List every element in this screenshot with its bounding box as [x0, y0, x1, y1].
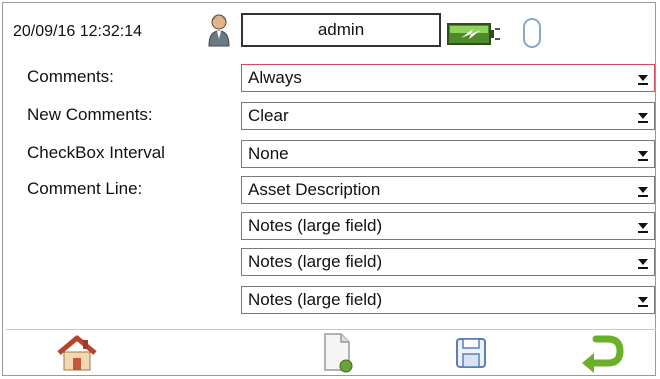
- chevron-down-icon[interactable]: [635, 251, 651, 273]
- comments-value: Always: [248, 68, 302, 87]
- comment-line-select-2[interactable]: Notes (large field): [241, 212, 655, 240]
- datetime: 20/09/16 12:32:14: [13, 23, 143, 40]
- battery-charging-icon: [447, 21, 501, 47]
- chevron-down-icon[interactable]: [635, 105, 651, 127]
- new-document-icon: [319, 332, 355, 379]
- comment-line-select-1[interactable]: Asset Description: [241, 176, 655, 204]
- chevron-down-icon[interactable]: [635, 143, 651, 165]
- app-window: 20/09/16 12:32:14 admin Comments: Always: [2, 2, 656, 376]
- chevron-down-icon[interactable]: [635, 215, 651, 237]
- comments-select[interactable]: Always: [241, 64, 655, 92]
- user-icon: [207, 13, 231, 47]
- back-icon: [578, 333, 624, 378]
- comment-line-label: Comment Line:: [27, 179, 143, 198]
- user-field[interactable]: admin: [241, 13, 441, 47]
- new-comments-label: New Comments:: [27, 105, 153, 124]
- checkbox-interval-label: CheckBox Interval: [27, 143, 165, 162]
- comment-line-select-3[interactable]: Notes (large field): [241, 248, 655, 276]
- toolbar-divider: [6, 329, 656, 330]
- chevron-down-icon[interactable]: [635, 179, 651, 201]
- checkbox-interval-select[interactable]: None: [241, 140, 655, 168]
- back-button[interactable]: [573, 333, 629, 377]
- save-button[interactable]: [449, 333, 493, 377]
- comment-line-select-4[interactable]: Notes (large field): [241, 286, 655, 314]
- checkbox-interval-value: None: [248, 144, 289, 163]
- new-comments-value: Clear: [248, 106, 289, 125]
- chevron-down-icon[interactable]: [635, 67, 651, 89]
- home-button[interactable]: [51, 333, 103, 377]
- new-comments-select[interactable]: Clear: [241, 102, 655, 130]
- comment-line-value-1: Asset Description: [248, 180, 381, 199]
- comment-line-value-4: Notes (large field): [248, 290, 383, 309]
- home-icon: [55, 334, 99, 377]
- save-icon: [454, 336, 488, 375]
- comment-line-value-3: Notes (large field): [248, 252, 383, 271]
- chevron-down-icon[interactable]: [635, 289, 651, 311]
- new-document-button[interactable]: [313, 332, 361, 379]
- comments-label: Comments:: [27, 67, 114, 86]
- comment-line-value-2: Notes (large field): [248, 216, 383, 235]
- mouse-icon: [521, 17, 543, 49]
